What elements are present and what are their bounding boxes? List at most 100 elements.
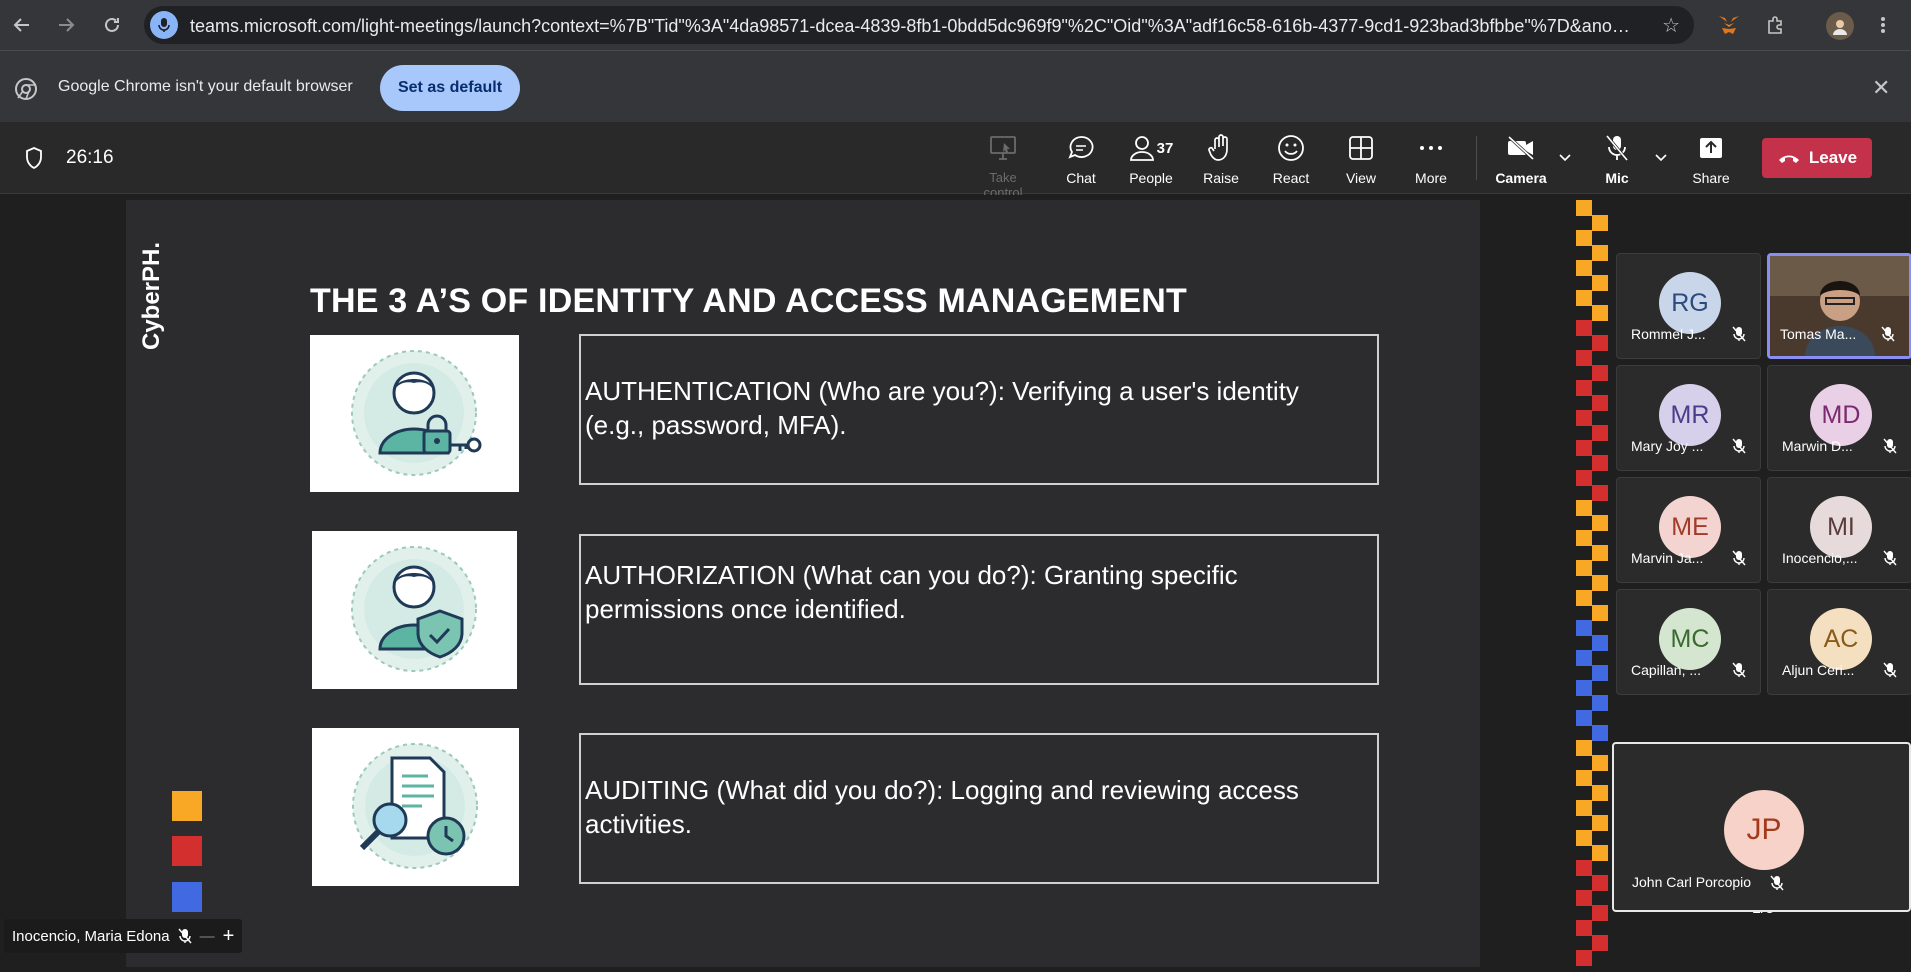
view-label: View (1345, 170, 1377, 186)
auditing-text-line2: activities. (585, 809, 692, 839)
forward-icon[interactable] (50, 9, 82, 41)
participant-tile[interactable]: AC Aljun Ceri... (1767, 589, 1911, 695)
checker-tile (1576, 530, 1592, 546)
react-label: React (1272, 170, 1310, 186)
slide-title: THE 3 A’S OF IDENTITY AND ACCESS MANAGEM… (310, 282, 1187, 320)
participant-avatar: AC (1810, 608, 1872, 670)
people-button[interactable]: 37 People (1116, 132, 1186, 188)
take-control-button[interactable]: Take control (968, 132, 1038, 200)
share-button[interactable]: Share (1676, 132, 1746, 188)
leave-button[interactable]: Leave (1762, 138, 1872, 178)
minimize-icon[interactable]: — (200, 928, 215, 945)
authentication-illustration (310, 335, 519, 492)
participant-initials: RG (1671, 288, 1709, 317)
people-count: 37 (1156, 139, 1174, 157)
profile-avatar[interactable] (1826, 12, 1854, 40)
meeting-stage: CyberPH. THE 3 A’S OF IDENTITY AND ACCES… (0, 195, 1911, 972)
participant-tile[interactable]: Tomas Ma... (1767, 253, 1911, 359)
view-button[interactable]: View (1326, 132, 1396, 188)
raise-label: Raise (1203, 170, 1239, 186)
participant-name: Mary Joy ... (1631, 438, 1704, 454)
checker-tile (1592, 485, 1608, 501)
chat-label: Chat (1066, 170, 1096, 186)
participant-initials: AC (1823, 624, 1859, 653)
participant-tile[interactable]: ME Marvin Ja... (1616, 477, 1761, 583)
checker-tile (1576, 710, 1592, 726)
checker-tile (1576, 680, 1592, 696)
mic-off-icon (1881, 326, 1895, 347)
checker-tile (1576, 770, 1592, 786)
meeting-timer: 26:16 (66, 147, 114, 168)
meeting-toolbar: 26:16 Take control Chat 37 People Raise … (0, 122, 1911, 200)
menu-kebab-icon[interactable] (1870, 12, 1896, 38)
back-icon[interactable] (6, 9, 38, 41)
participant-initials: MR (1670, 400, 1710, 429)
camera-label: Camera (1495, 170, 1547, 186)
react-button[interactable]: React (1256, 132, 1326, 188)
mic-off-icon (1732, 438, 1746, 459)
extensions-puzzle-icon[interactable] (1762, 12, 1788, 38)
camera-chevron-down-icon[interactable] (1558, 150, 1572, 168)
grid-view-icon (1326, 132, 1396, 164)
participant-tile[interactable]: MD Marwin D... (1767, 365, 1911, 471)
participant-initials: MC (1670, 624, 1710, 653)
accent-square-orange (172, 791, 202, 821)
leave-label: Leave (1808, 148, 1858, 167)
checker-tile (1592, 455, 1608, 471)
checker-tile (1592, 575, 1608, 591)
participant-avatar: RG (1659, 272, 1721, 334)
checker-tile (1592, 545, 1608, 561)
checker-tile (1576, 260, 1592, 276)
mic-off-icon (1732, 550, 1746, 571)
metamask-fox-icon[interactable] (1716, 12, 1742, 38)
authentication-text-line1: AUTHENTICATION (Who are you?): Verifying… (585, 376, 1299, 406)
checker-tile (1592, 905, 1608, 921)
mic-button[interactable]: Mic (1582, 132, 1652, 188)
checker-tile (1576, 890, 1592, 906)
plus-icon[interactable]: + (223, 925, 235, 948)
mic-chevron-down-icon[interactable] (1654, 150, 1668, 168)
raise-hand-icon (1186, 132, 1256, 164)
address-bar[interactable]: teams.microsoft.com/light-meetings/launc… (144, 6, 1694, 44)
checker-tile (1576, 500, 1592, 516)
bookmark-star-icon[interactable]: ☆ (1662, 13, 1680, 38)
shield-icon (24, 146, 44, 175)
presenter-name: Inocencio, Maria Edona (12, 927, 170, 945)
checker-tile (1592, 335, 1608, 351)
participant-name: Rommel J... (1631, 326, 1706, 342)
more-button[interactable]: More (1396, 132, 1466, 188)
participant-tile[interactable]: RG Rommel J... (1616, 253, 1761, 359)
checker-tile (1576, 380, 1592, 396)
participant-tile[interactable]: MC Capillan, ... (1616, 589, 1761, 695)
take-control-icon (968, 132, 1038, 164)
checker-tile (1592, 425, 1608, 441)
spotlight-initials: JP (1746, 813, 1782, 846)
url-text[interactable]: teams.microsoft.com/light-meetings/launc… (190, 16, 1630, 37)
authentication-text-line2: (e.g., password, MFA). (585, 410, 847, 440)
checker-tile (1576, 200, 1592, 216)
checker-tile (1592, 275, 1608, 291)
microphone-icon[interactable] (150, 11, 178, 39)
close-icon[interactable]: ✕ (1872, 75, 1890, 101)
checker-tile (1592, 725, 1608, 741)
participant-name: Tomas Ma... (1780, 326, 1857, 342)
chrome-logo-icon (14, 77, 38, 106)
share-label: Share (1692, 170, 1730, 186)
checker-tile (1576, 230, 1592, 246)
checker-tile (1592, 515, 1608, 531)
checker-tile (1576, 560, 1592, 576)
checker-tile (1576, 920, 1592, 936)
camera-button[interactable]: Camera (1486, 132, 1556, 188)
spotlight-participant-tile[interactable]: JP John Carl Porcopio (1612, 742, 1911, 912)
participant-tile[interactable]: MR Mary Joy ... (1616, 365, 1761, 471)
authorization-illustration (312, 531, 517, 689)
set-default-button[interactable]: Set as default (380, 65, 520, 111)
checker-tile (1576, 470, 1592, 486)
participant-tile[interactable]: MI Inocencio,... (1767, 477, 1911, 583)
participant-avatar: MD (1810, 384, 1872, 446)
chat-button[interactable]: Chat (1046, 132, 1116, 188)
checker-tile (1576, 410, 1592, 426)
raise-hand-button[interactable]: Raise (1186, 132, 1256, 188)
checker-tile (1576, 860, 1592, 876)
reload-icon[interactable] (96, 9, 128, 41)
